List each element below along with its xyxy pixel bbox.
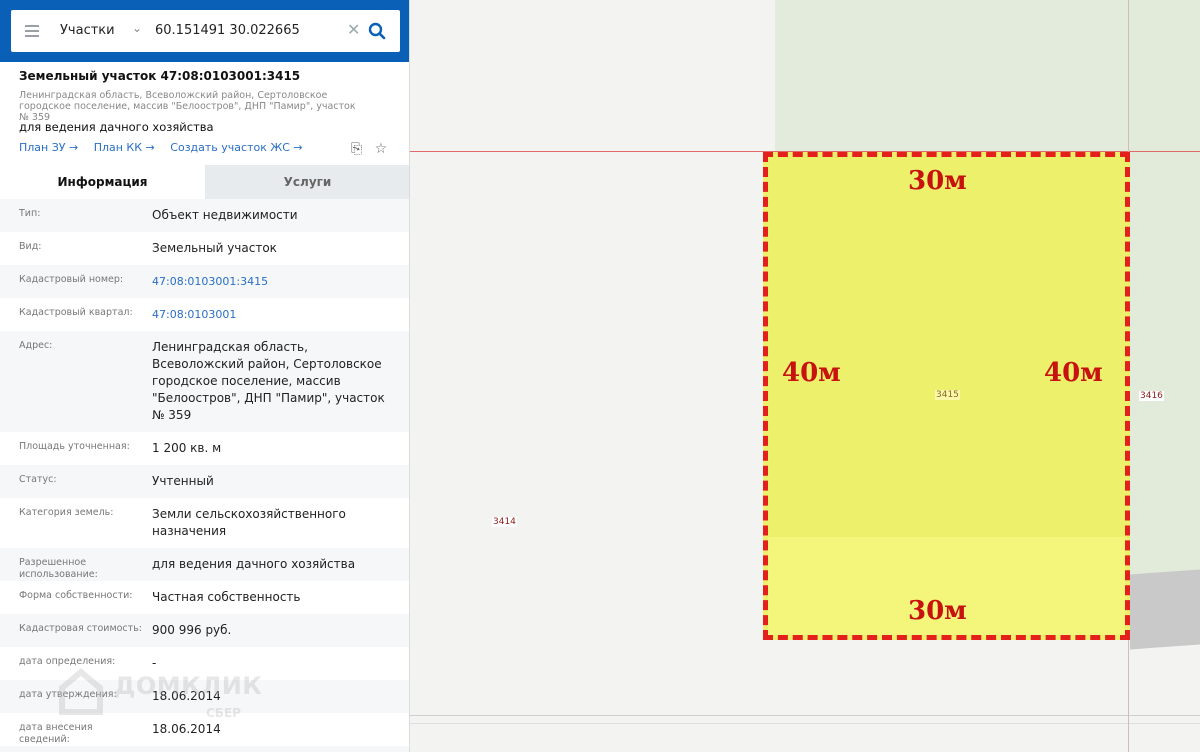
info-row: дата применения:- [0, 746, 409, 752]
info-row-value: 900 996 руб. [152, 623, 232, 637]
info-row-label: Разрешенное использование: [19, 557, 98, 580]
info-row-label: Кадастровый квартал: [19, 307, 133, 318]
info-row-label: Форма собственности: [19, 590, 133, 601]
info-row-value: Ленинградская область, Всеволожский райо… [152, 340, 385, 422]
info-row-label: Категория земель: [19, 507, 114, 518]
info-row: Кадастровый номер: 47:08:0103001:3415 [0, 265, 409, 298]
link-create-plot[interactable]: Создать участок ЖС → [170, 141, 302, 154]
parcel-label-3414[interactable]: 3414 [492, 517, 517, 527]
dimension-bottom: 30м [908, 596, 967, 626]
info-row: Кадастровый квартал: 47:08:0103001 [0, 298, 409, 331]
menu-icon[interactable] [25, 25, 39, 37]
parcel-label-3416[interactable]: 3416 [1139, 391, 1164, 401]
parcel-number-label: 3415 [935, 390, 960, 400]
watermark-text: ДОМКЛИК [114, 672, 263, 700]
house-icon [59, 668, 103, 715]
address-subtitle: Ленинградская область, Всеволожский райо… [19, 90, 356, 123]
info-row-value: Объект недвижимости [152, 208, 298, 222]
info-row-link[interactable]: 47:08:0103001 [152, 306, 400, 323]
info-row-value: Земельный участок [152, 241, 277, 255]
link-plan-zu[interactable]: План ЗУ → [19, 141, 78, 154]
page-title: Земельный участок 47:08:0103001:3415 [19, 69, 301, 83]
dimension-top: 30м [908, 166, 967, 196]
info-row-link[interactable]: 47:08:0103001:3415 [152, 273, 400, 290]
action-links: План ЗУ → План КК → Создать участок ЖС → [19, 141, 315, 154]
search-icon[interactable] [368, 22, 386, 40]
watermark-subtext: СБЕР [206, 706, 241, 720]
road-edge-line [410, 715, 1200, 716]
info-row-label: Кадастровая стоимость: [19, 623, 142, 634]
search-input[interactable]: 60.151491 30.022665 [155, 23, 300, 38]
info-row: Кадастровая стоимость: 900 996 руб. [0, 614, 409, 647]
tab-information[interactable]: Информация [0, 165, 205, 199]
chevron-down-icon[interactable]: ⌄ [132, 21, 142, 35]
document-search-icon[interactable]: ⎘ [351, 141, 362, 157]
info-row: Площадь уточненная: 1 200 кв. м [0, 432, 409, 465]
info-panel: Участки ⌄ 60.151491 30.022665 ✕ Земельны… [0, 0, 410, 752]
search-bar: Участки ⌄ 60.151491 30.022665 ✕ [0, 0, 409, 62]
action-icons: ⎘ ☆ [351, 141, 395, 157]
info-row: Вид: Земельный участок [0, 232, 409, 265]
close-icon[interactable]: ✕ [347, 20, 360, 39]
road-edge-line [410, 723, 1200, 724]
info-row: Тип: Объект недвижимости [0, 199, 409, 232]
info-row-value: 1 200 кв. м [152, 441, 222, 455]
dimension-left: 40м [782, 358, 841, 388]
info-row-label: Адрес: [19, 340, 53, 351]
info-row-value: Частная собственность [152, 590, 301, 604]
green-area-strip [1128, 0, 1200, 580]
info-row: Форма собственности: Частная собственност… [0, 581, 409, 614]
tab-bar: Информация Услуги [0, 165, 409, 199]
building-footprint [1130, 569, 1200, 650]
selected-parcel[interactable]: 3415 [763, 152, 1130, 640]
info-row-label: Тип: [19, 208, 41, 219]
tab-services[interactable]: Услуги [205, 165, 409, 199]
star-icon[interactable]: ☆ [375, 141, 388, 157]
info-row-value: для ведения дачного хозяйства [152, 557, 356, 571]
domclick-watermark: ДОМКЛИК СБЕР [58, 666, 288, 726]
info-row: Категория земель: Земли сельскохозяйствен… [0, 498, 409, 548]
link-plan-kk[interactable]: План КК → [94, 141, 155, 154]
dimension-right: 40м [1044, 358, 1103, 388]
info-row-value: Земли сельскохозяйственного назначения [152, 507, 346, 538]
info-row-label: Площадь уточненная: [19, 441, 130, 452]
search-box: Участки ⌄ 60.151491 30.022665 ✕ [11, 10, 400, 52]
info-row: Статус: Учтенный [0, 465, 409, 498]
parcel-purpose: для ведения дачного хозяйства [19, 120, 214, 134]
info-row-label: Статус: [19, 474, 57, 485]
info-row-label: Вид: [19, 241, 42, 252]
info-row: Адрес: Ленинградская область, Всеволожски… [0, 331, 409, 432]
info-row: Разрешенное использование: для ведения да… [0, 548, 409, 581]
search-mode-select[interactable]: Участки [60, 23, 115, 38]
info-row-label: Кадастровый номер: [19, 274, 124, 285]
info-row-value: Учтенный [152, 474, 214, 488]
